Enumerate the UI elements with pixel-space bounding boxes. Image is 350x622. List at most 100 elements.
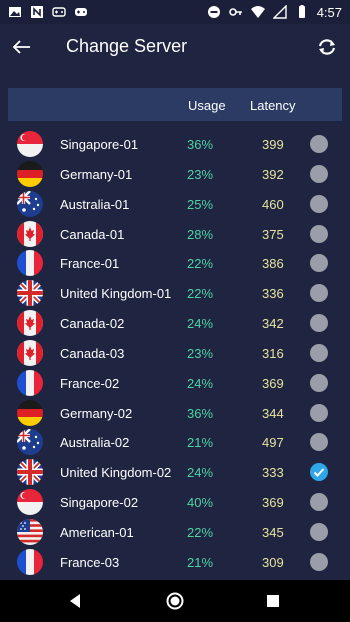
server-row[interactable]: Australia-02 21% 497 xyxy=(0,427,350,457)
server-latency: 386 xyxy=(262,256,284,272)
server-latency: 497 xyxy=(262,435,284,451)
gamepad-icon xyxy=(75,8,87,16)
server-row[interactable]: Singapore-02 40% 369 xyxy=(0,487,350,517)
nav-recents-icon[interactable] xyxy=(266,594,280,608)
column-header-latency: Latency xyxy=(250,98,296,113)
gamepad-icon xyxy=(52,7,66,17)
server-row[interactable]: France-01 22% 386 xyxy=(0,248,350,278)
server-select-radio[interactable] xyxy=(310,284,328,303)
server-name: United Kingdom-01 xyxy=(60,286,172,302)
france-flag-icon xyxy=(17,250,43,277)
server-usage: 21% xyxy=(187,554,214,570)
server-name: Australia-02 xyxy=(60,435,130,451)
germany-flag-icon xyxy=(17,399,43,426)
server-row[interactable]: Australia-01 25% 460 xyxy=(0,189,350,219)
server-name: Canada-03 xyxy=(60,345,125,361)
signal-icon xyxy=(272,5,287,19)
wifi-icon xyxy=(250,6,265,18)
server-usage: 40% xyxy=(187,495,214,511)
server-select-radio[interactable] xyxy=(310,403,328,422)
refresh-icon[interactable] xyxy=(316,36,338,58)
nav-back-icon[interactable] xyxy=(68,593,82,609)
server-latency: 399 xyxy=(262,137,284,152)
server-select-radio[interactable] xyxy=(310,164,328,183)
server-usage: 22% xyxy=(187,256,214,272)
server-select-radio[interactable] xyxy=(310,552,328,571)
key-icon xyxy=(228,8,242,16)
server-latency: 345 xyxy=(262,524,284,540)
germany-flag-icon xyxy=(17,160,43,187)
server-row[interactable]: France-02 24% 369 xyxy=(0,368,350,398)
server-usage: 24% xyxy=(187,375,214,391)
server-usage: 22% xyxy=(187,286,214,302)
server-usage: 25% xyxy=(187,196,214,212)
status-bar-left xyxy=(8,5,88,19)
news-icon xyxy=(31,6,43,18)
server-select-radio[interactable] xyxy=(310,522,328,541)
dnd-icon xyxy=(207,6,220,18)
singapore-flag-icon xyxy=(17,489,43,516)
server-name: Singapore-01 xyxy=(60,137,139,152)
table-header: Usage Latency xyxy=(8,88,342,121)
status-bar-right: 4:57 xyxy=(207,5,342,20)
server-latency: 309 xyxy=(262,554,284,570)
server-row[interactable]: United Kingdom-02 24% 333 xyxy=(0,457,350,487)
server-name: Germany-02 xyxy=(60,405,133,421)
status-time: 4:57 xyxy=(316,4,342,20)
server-row[interactable]: Canada-03 23% 316 xyxy=(0,338,350,368)
server-row[interactable]: United Kingdom-01 22% 336 xyxy=(0,278,350,308)
server-select-radio[interactable] xyxy=(310,194,328,213)
uk-flag-icon xyxy=(17,459,43,486)
server-usage: 22% xyxy=(187,524,214,540)
server-name: Canada-01 xyxy=(60,226,125,242)
server-latency: 392 xyxy=(262,166,284,182)
status-bar: 4:57 xyxy=(0,0,350,24)
canada-flag-icon xyxy=(17,339,43,366)
server-select-radio[interactable] xyxy=(310,493,328,512)
checkmark-icon xyxy=(313,468,325,478)
server-name: Singapore-02 xyxy=(60,495,139,511)
singapore-flag-icon xyxy=(17,131,43,157)
nav-home-icon[interactable] xyxy=(166,592,184,610)
server-row[interactable]: Canada-01 28% 375 xyxy=(0,219,350,249)
server-select-radio[interactable] xyxy=(310,433,328,452)
server-usage: 24% xyxy=(187,465,214,481)
uk-flag-icon xyxy=(17,280,43,307)
server-name: France-01 xyxy=(60,256,120,272)
france-flag-icon xyxy=(17,369,43,396)
server-select-radio[interactable] xyxy=(310,343,328,362)
app-header: Change Server xyxy=(0,24,350,70)
france-flag-icon xyxy=(17,548,43,575)
server-usage: 21% xyxy=(187,435,214,451)
server-name: United Kingdom-02 xyxy=(60,465,172,481)
server-select-radio[interactable] xyxy=(310,463,328,482)
server-latency: 336 xyxy=(262,286,284,302)
server-row[interactable]: France-03 21% 309 xyxy=(0,547,350,577)
server-row[interactable]: American-01 22% 345 xyxy=(0,517,350,547)
server-latency: 342 xyxy=(262,316,284,332)
arrow-left-icon[interactable] xyxy=(10,36,32,58)
server-latency: 375 xyxy=(262,226,284,242)
server-latency: 369 xyxy=(262,495,284,511)
australia-flag-icon xyxy=(17,429,43,456)
server-usage: 23% xyxy=(187,166,214,182)
server-latency: 369 xyxy=(262,375,284,391)
server-row[interactable]: Singapore-01 36% 399 xyxy=(0,129,350,159)
page-title: Change Server xyxy=(66,36,188,56)
server-select-radio[interactable] xyxy=(310,135,328,153)
server-row[interactable]: Canada-02 24% 342 xyxy=(0,308,350,338)
server-latency: 333 xyxy=(262,465,284,481)
server-row[interactable]: Germany-01 23% 392 xyxy=(0,159,350,189)
usa-flag-icon xyxy=(17,518,43,545)
server-row[interactable]: Germany-02 36% 344 xyxy=(0,398,350,428)
server-select-radio[interactable] xyxy=(310,373,328,392)
australia-flag-icon xyxy=(17,190,43,217)
server-name: Canada-02 xyxy=(60,316,125,332)
server-usage: 36% xyxy=(187,405,214,421)
server-usage: 36% xyxy=(187,137,214,152)
server-name: American-01 xyxy=(60,524,134,540)
server-select-radio[interactable] xyxy=(310,254,328,273)
server-select-radio[interactable] xyxy=(310,314,328,333)
server-usage: 24% xyxy=(187,316,214,332)
server-select-radio[interactable] xyxy=(310,224,328,243)
